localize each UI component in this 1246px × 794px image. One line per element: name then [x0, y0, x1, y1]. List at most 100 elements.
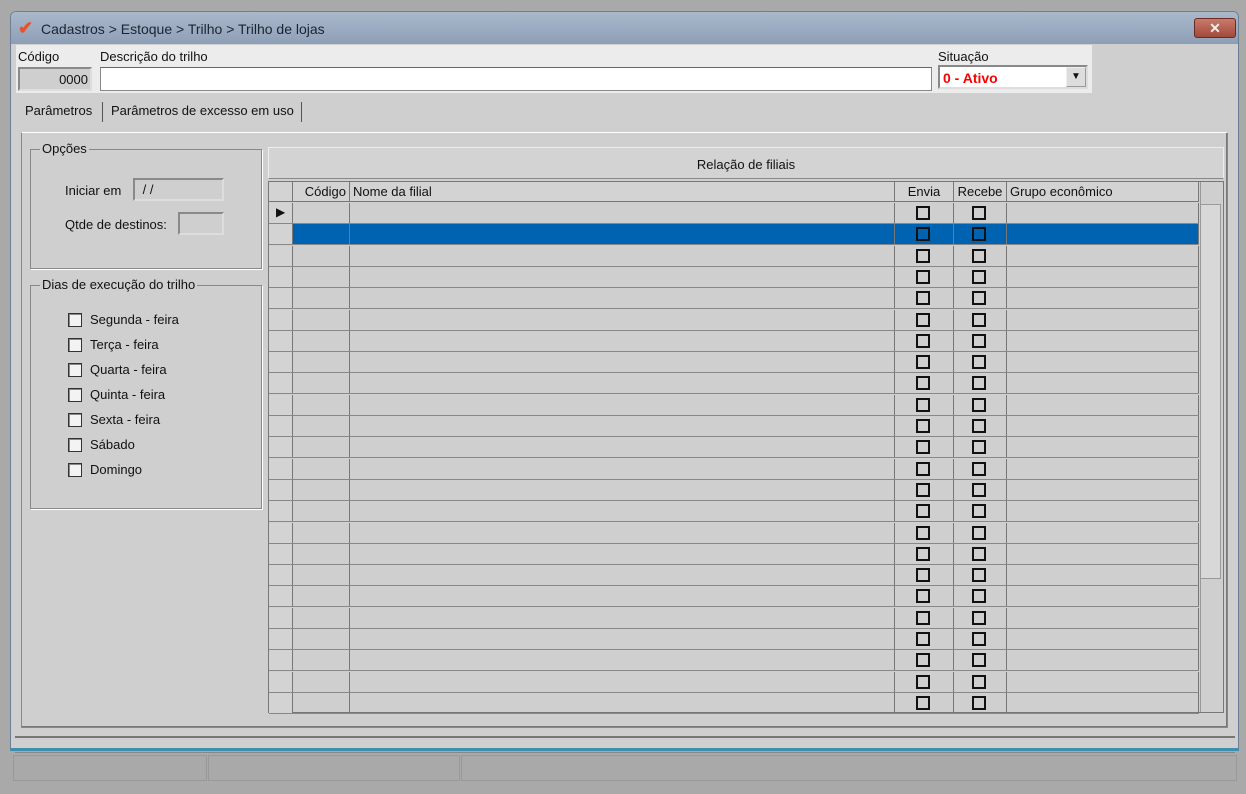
cell-grupo[interactable] [1007, 671, 1199, 692]
col-recebe[interactable]: Recebe [954, 182, 1007, 201]
qtde-input[interactable] [178, 212, 224, 235]
envia-checkbox[interactable] [916, 610, 930, 625]
recebe-checkbox[interactable] [972, 227, 986, 242]
cell-recebe[interactable] [954, 288, 1007, 309]
cell-nome[interactable] [350, 437, 895, 458]
recebe-checkbox[interactable] [972, 504, 986, 519]
cell-codigo[interactable] [293, 203, 350, 223]
recebe-checkbox[interactable] [972, 695, 986, 710]
recebe-checkbox[interactable] [972, 291, 986, 306]
cell-envia[interactable] [895, 692, 954, 713]
cell-grupo[interactable] [1007, 266, 1199, 287]
cell-envia[interactable] [895, 245, 954, 266]
cell-grupo[interactable] [1007, 543, 1199, 564]
cell-envia[interactable] [895, 394, 954, 415]
cell-recebe[interactable] [954, 416, 1007, 436]
recebe-checkbox[interactable] [972, 482, 986, 497]
checkbox-dia[interactable] [68, 413, 82, 427]
row-indicator[interactable] [269, 671, 293, 692]
cell-recebe[interactable] [954, 203, 1007, 223]
recebe-checkbox[interactable] [972, 397, 986, 412]
row-indicator[interactable] [269, 607, 293, 628]
cell-nome[interactable] [350, 586, 895, 607]
table-row[interactable] [269, 501, 1199, 523]
row-indicator[interactable] [269, 394, 293, 415]
cell-grupo[interactable] [1007, 245, 1199, 266]
row-indicator[interactable] [269, 565, 293, 586]
cell-envia[interactable] [895, 522, 954, 543]
cell-envia[interactable] [895, 629, 954, 649]
cell-nome[interactable] [350, 458, 895, 479]
row-indicator[interactable] [269, 288, 293, 309]
cell-recebe[interactable] [954, 671, 1007, 692]
cell-recebe[interactable] [954, 543, 1007, 564]
cell-codigo[interactable] [293, 586, 350, 607]
row-indicator[interactable] [269, 266, 293, 287]
cell-envia[interactable] [895, 203, 954, 223]
cell-envia[interactable] [895, 224, 954, 245]
cell-nome[interactable] [350, 543, 895, 564]
recebe-checkbox[interactable] [972, 674, 986, 689]
cell-nome[interactable] [350, 288, 895, 309]
envia-checkbox[interactable] [916, 206, 930, 220]
checkbox-dia[interactable] [68, 363, 82, 377]
cell-envia[interactable] [895, 607, 954, 628]
table-row[interactable] [269, 543, 1199, 565]
envia-checkbox[interactable] [916, 568, 930, 583]
checkbox-dia[interactable] [68, 438, 82, 452]
recebe-checkbox[interactable] [972, 610, 986, 625]
envia-checkbox[interactable] [916, 504, 930, 519]
close-button[interactable]: ✕ [1194, 18, 1236, 38]
table-row[interactable] [269, 565, 1199, 587]
cell-grupo[interactable] [1007, 522, 1199, 543]
cell-recebe[interactable] [954, 437, 1007, 458]
cell-grupo[interactable] [1007, 437, 1199, 458]
cell-grupo[interactable] [1007, 394, 1199, 415]
cell-recebe[interactable] [954, 565, 1007, 586]
cell-nome[interactable] [350, 671, 895, 692]
cell-recebe[interactable] [954, 352, 1007, 373]
envia-checkbox[interactable] [916, 461, 930, 476]
cell-recebe[interactable] [954, 224, 1007, 245]
cell-grupo[interactable] [1007, 607, 1199, 628]
recebe-checkbox[interactable] [972, 312, 986, 327]
table-row[interactable] [269, 650, 1199, 672]
cell-codigo[interactable] [293, 565, 350, 586]
table-row[interactable] [269, 309, 1199, 331]
recebe-checkbox[interactable] [972, 355, 986, 370]
recebe-checkbox[interactable] [972, 333, 986, 348]
scrollbar-thumb[interactable] [1200, 204, 1221, 579]
cell-codigo[interactable] [293, 416, 350, 436]
cell-nome[interactable] [350, 522, 895, 543]
cell-grupo[interactable] [1007, 203, 1199, 223]
recebe-checkbox[interactable] [972, 653, 986, 668]
row-indicator[interactable] [269, 629, 293, 649]
cell-grupo[interactable] [1007, 373, 1199, 394]
table-row[interactable] [269, 266, 1199, 288]
cell-grupo[interactable] [1007, 416, 1199, 436]
envia-checkbox[interactable] [916, 269, 930, 284]
cell-recebe[interactable] [954, 309, 1007, 330]
recebe-checkbox[interactable] [972, 269, 986, 284]
table-row[interactable] [269, 352, 1199, 374]
recebe-checkbox[interactable] [972, 440, 986, 455]
recebe-checkbox[interactable] [972, 376, 986, 391]
cell-envia[interactable] [895, 416, 954, 436]
table-row[interactable] [269, 692, 1199, 714]
cell-envia[interactable] [895, 352, 954, 373]
cell-recebe[interactable] [954, 586, 1007, 607]
table-row[interactable] [269, 416, 1199, 437]
cell-codigo[interactable] [293, 394, 350, 415]
envia-checkbox[interactable] [916, 440, 930, 455]
cell-recebe[interactable] [954, 650, 1007, 671]
cell-nome[interactable] [350, 650, 895, 671]
cell-nome[interactable] [350, 565, 895, 586]
cell-nome[interactable] [350, 607, 895, 628]
envia-checkbox[interactable] [916, 376, 930, 391]
cell-codigo[interactable] [293, 479, 350, 500]
cell-codigo[interactable] [293, 458, 350, 479]
cell-codigo[interactable] [293, 266, 350, 287]
cell-nome[interactable] [350, 394, 895, 415]
cell-codigo[interactable] [293, 543, 350, 564]
checkbox-dia[interactable] [68, 388, 82, 402]
